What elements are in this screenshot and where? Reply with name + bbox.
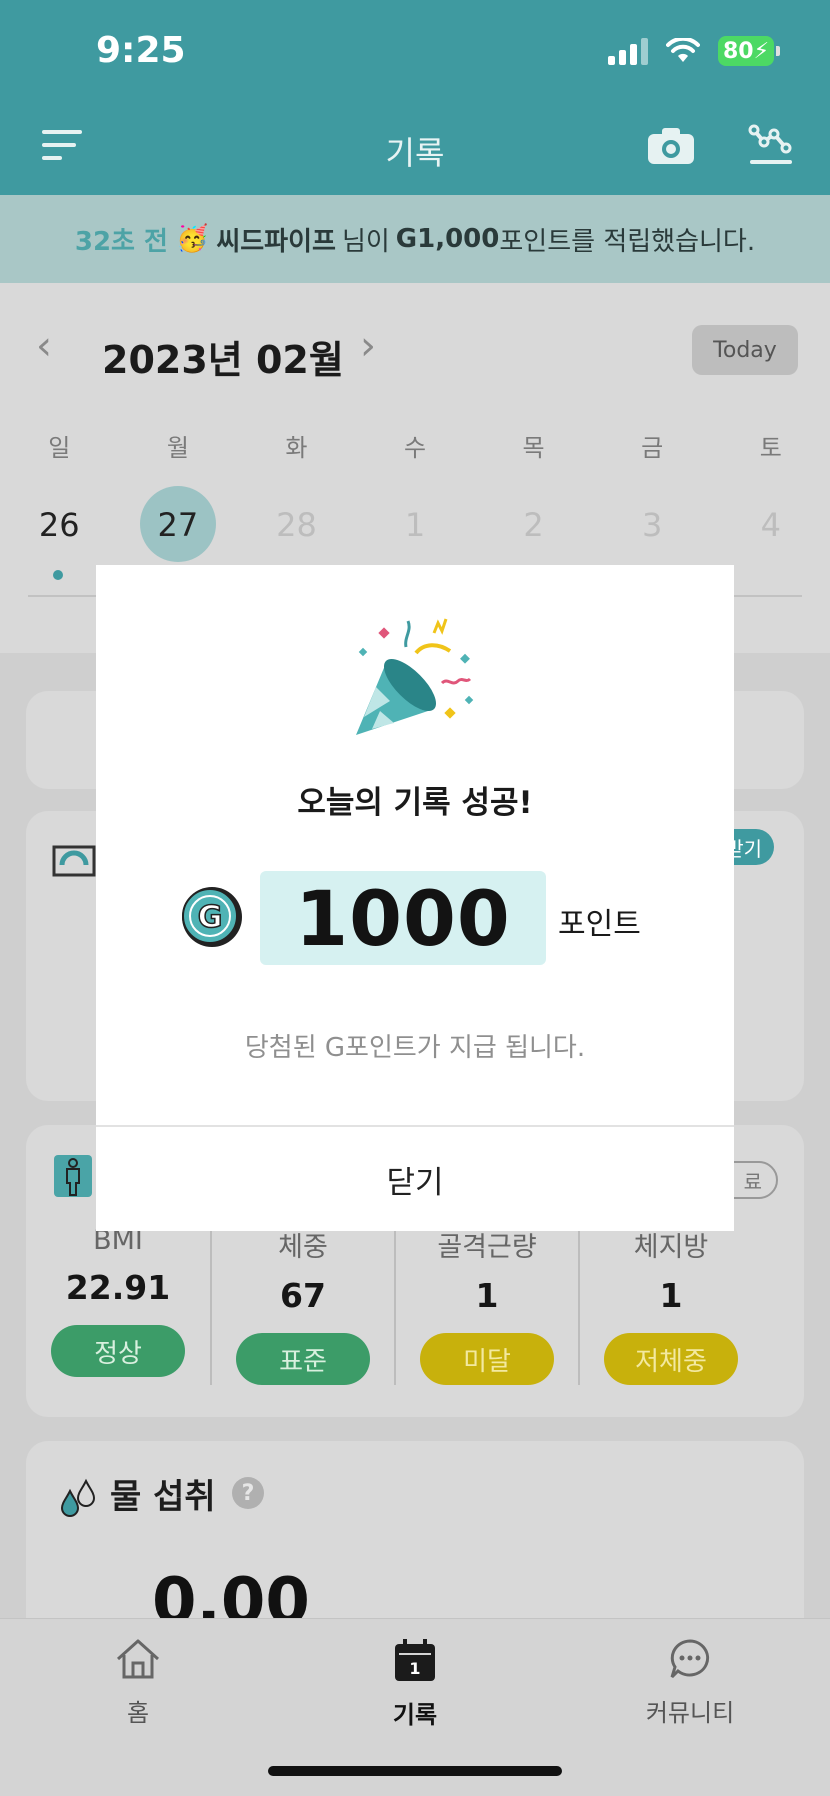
stat-value: 22.91 xyxy=(65,1268,171,1307)
modal-title: 오늘의 기록 성공! xyxy=(297,785,533,821)
status-badge: 저체중 xyxy=(604,1333,738,1385)
weekday-label: 화 xyxy=(285,434,308,462)
stat-value: 1 xyxy=(659,1276,683,1315)
today-button[interactable]: Today xyxy=(692,325,798,375)
date-number: 27 xyxy=(157,506,199,544)
points-amount: 1000 xyxy=(260,871,546,965)
g-point-coin-icon: G xyxy=(182,887,242,947)
weekday-label: 일 xyxy=(48,434,71,462)
weekday-label: 월 xyxy=(166,434,189,462)
stat-value: 1 xyxy=(475,1276,499,1315)
status-badge: 정상 xyxy=(51,1325,185,1377)
date-number: 28 xyxy=(276,506,317,544)
weekday-label: 수 xyxy=(403,434,427,462)
points-ticker: 32초 전 🥳 씨드파이프 님이 G1,000 포인트를 적립했습니다. xyxy=(0,195,830,283)
points-unit: 포인트 xyxy=(558,907,641,942)
next-month-icon[interactable]: › xyxy=(360,323,376,369)
close-button[interactable]: 닫기 xyxy=(96,1127,734,1231)
date-cell[interactable]: 1 xyxy=(356,488,475,562)
home-indicator xyxy=(268,1766,562,1776)
scale-icon xyxy=(52,845,96,877)
chart-icon[interactable] xyxy=(748,122,794,168)
date-cell[interactable]: 4 xyxy=(711,488,830,562)
calendar-icon: 1 xyxy=(395,1639,435,1681)
date-cell[interactable]: 3 xyxy=(593,488,712,562)
home-icon xyxy=(116,1639,160,1679)
record-dot xyxy=(53,570,63,580)
date-number: 26 xyxy=(38,506,80,544)
battery-icon: 80 ⚡ xyxy=(718,36,780,66)
page-title: 기록 xyxy=(385,134,445,172)
cellular-signal-icon xyxy=(608,37,648,65)
svg-text:G: G xyxy=(198,900,223,935)
date-cell[interactable]: 26 xyxy=(0,488,119,562)
prev-month-icon[interactable]: ‹ xyxy=(36,323,52,369)
water-title: 물 섭취 xyxy=(110,1477,216,1517)
help-icon[interactable]: ? xyxy=(232,1477,264,1509)
nav-label: 홈 xyxy=(126,1699,150,1727)
battery-level: 80 xyxy=(722,38,754,64)
status-icons: 80 ⚡ xyxy=(608,36,780,66)
reward-modal: 오늘의 기록 성공! G 1000 포인트 당첨된 G포인트가 지급 됩니다. … xyxy=(96,565,734,1231)
date-row: 26 27 28 1 2 3 4 xyxy=(0,486,830,562)
wifi-icon xyxy=(666,38,700,62)
person-icon xyxy=(54,1155,92,1197)
status-badge: 표준 xyxy=(236,1333,370,1385)
date-cell[interactable]: 2 xyxy=(474,488,593,562)
calendar-month: 2023년 02월 xyxy=(102,338,344,382)
nav-record[interactable]: 1 기록 xyxy=(315,1637,515,1730)
weekday-row: 일 월 화 수 목 금 토 xyxy=(0,428,830,463)
nav-home[interactable]: 홈 xyxy=(38,1637,238,1728)
date-number: 1 xyxy=(404,506,426,544)
date-cell-selected[interactable]: 27 xyxy=(119,486,238,562)
stat-value: 67 xyxy=(280,1276,326,1315)
party-face-icon: 🥳 xyxy=(175,224,209,254)
weekday-label: 토 xyxy=(759,434,782,462)
stats-row: BMI 22.91 정상 체중 67 표준 골격근량 1 미달 체지방 1 저체… xyxy=(26,1225,804,1385)
status-badge: 미달 xyxy=(420,1333,554,1385)
camera-icon[interactable] xyxy=(646,126,696,166)
stat-bmi: BMI 22.91 정상 xyxy=(26,1225,210,1385)
ticker-text-2: 포인트를 적립했습니다. xyxy=(499,226,756,257)
stat-muscle: 골격근량 1 미달 xyxy=(394,1225,578,1385)
party-popper-icon xyxy=(356,618,474,735)
nav-label: 기록 xyxy=(392,1701,438,1729)
ticker-time: 32초 전 xyxy=(74,226,168,257)
date-number: 3 xyxy=(642,506,663,544)
ticker-amount: G1,000 xyxy=(395,224,500,254)
nav-label: 커뮤니티 xyxy=(645,1699,735,1727)
nav-community[interactable]: 커뮤니티 xyxy=(590,1637,790,1728)
weekday-label: 금 xyxy=(641,434,664,462)
ticker-user: 씨드파이프 xyxy=(216,226,336,257)
water-drop-icon xyxy=(60,1478,96,1517)
date-cell[interactable]: 28 xyxy=(237,488,356,562)
stat-weight: 체중 67 표준 xyxy=(210,1225,394,1385)
modal-message: 당첨된 G포인트가 지급 됩니다. xyxy=(244,1033,586,1063)
ticker-text-1: 님이 xyxy=(341,226,390,257)
stat-body-fat: 체지방 1 저체중 xyxy=(578,1225,762,1385)
app-header: 9:25 80 ⚡ 기록 xyxy=(0,0,830,195)
date-number: 4 xyxy=(760,506,781,544)
weekday-label: 목 xyxy=(522,434,545,462)
chat-icon xyxy=(670,1639,710,1679)
date-number: 2 xyxy=(523,506,544,544)
status-time: 9:25 xyxy=(96,30,186,71)
svg-text:1: 1 xyxy=(409,1659,420,1678)
